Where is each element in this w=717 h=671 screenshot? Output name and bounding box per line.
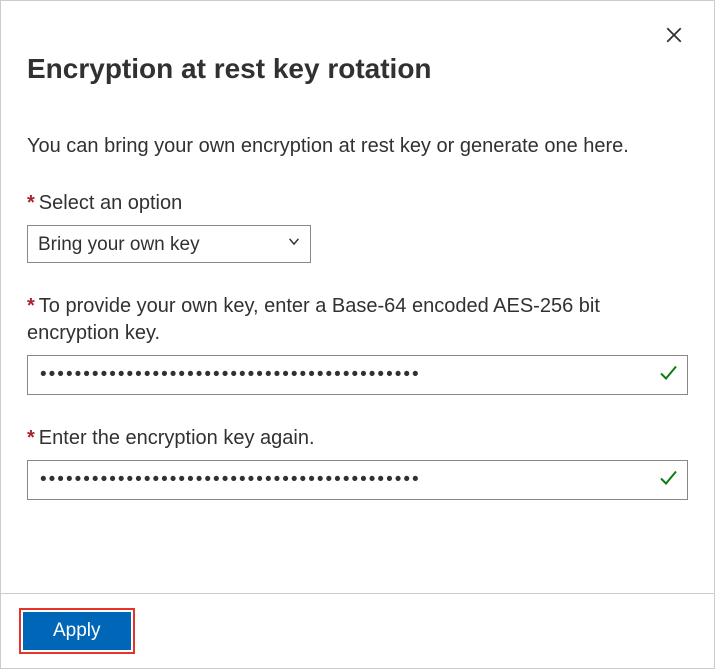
close-row	[27, 21, 688, 51]
required-marker: *	[27, 427, 35, 449]
key2-label: *Enter the encryption key again.	[27, 425, 688, 452]
option-label-text: Select an option	[39, 192, 182, 214]
option-select-wrap: Bring your own key	[27, 225, 311, 263]
option-label: *Select an option	[27, 190, 688, 217]
option-select[interactable]: Bring your own key	[27, 225, 311, 263]
required-marker: *	[27, 295, 35, 317]
encryption-key-confirm-input[interactable]	[27, 460, 688, 500]
checkmark-icon	[658, 363, 678, 388]
key2-label-text: Enter the encryption key again.	[39, 427, 315, 449]
dialog-body: Encryption at rest key rotation You can …	[1, 1, 714, 593]
dialog-title: Encryption at rest key rotation	[27, 53, 688, 85]
close-icon	[665, 26, 683, 49]
dialog-description: You can bring your own encryption at res…	[27, 133, 688, 160]
dialog-panel: Encryption at rest key rotation You can …	[0, 0, 715, 669]
encryption-key-input[interactable]	[27, 355, 688, 395]
dialog-footer: Apply	[1, 593, 714, 668]
key2-input-row	[27, 460, 688, 500]
key1-input-row	[27, 355, 688, 395]
apply-button[interactable]: Apply	[23, 612, 131, 650]
required-marker: *	[27, 192, 35, 214]
close-button[interactable]	[660, 23, 688, 51]
key1-label: *To provide your own key, enter a Base-6…	[27, 293, 688, 347]
key1-label-text: To provide your own key, enter a Base-64…	[27, 295, 600, 344]
checkmark-icon	[658, 468, 678, 493]
apply-highlight: Apply	[19, 608, 135, 654]
